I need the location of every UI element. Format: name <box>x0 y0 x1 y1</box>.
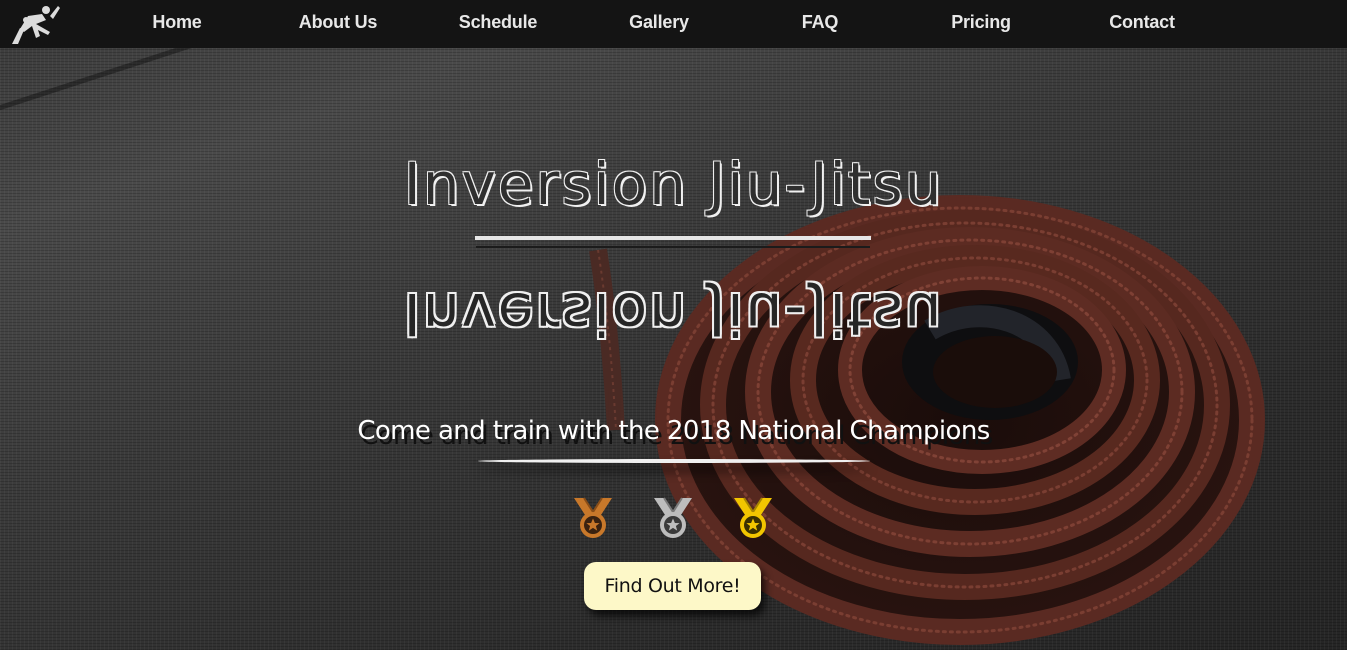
hero-title: Inversion Jiu-Jitsu <box>403 150 944 218</box>
nav-about-us[interactable]: About Us <box>278 12 398 33</box>
bronze-medal-icon <box>574 497 612 538</box>
navbar: Home About Us Schedule Gallery FAQ Prici… <box>0 0 1347 48</box>
nav-home[interactable]: Home <box>117 12 237 33</box>
medals-row <box>0 496 1347 544</box>
jiu-jitsu-figures-logo[interactable] <box>6 2 60 46</box>
title-divider <box>475 236 871 240</box>
silver-medal-icon <box>654 497 692 538</box>
gold-medal-icon <box>734 497 772 538</box>
tagline-divider <box>478 459 870 463</box>
page: Home About Us Schedule Gallery FAQ Prici… <box>0 0 1347 650</box>
nav-pricing[interactable]: Pricing <box>921 12 1041 33</box>
nav-faq[interactable]: FAQ <box>760 12 880 33</box>
hero-title-reflection: Inversion Jiu-Jitsu <box>403 280 944 348</box>
find-out-more-button[interactable]: Find Out More! <box>584 562 761 610</box>
nav-contact[interactable]: Contact <box>1082 12 1202 33</box>
nav-gallery[interactable]: Gallery <box>599 12 719 33</box>
nav-schedule[interactable]: Schedule <box>438 12 558 33</box>
hero-tagline: Come and train with the 2018 National Ch… <box>357 416 990 446</box>
